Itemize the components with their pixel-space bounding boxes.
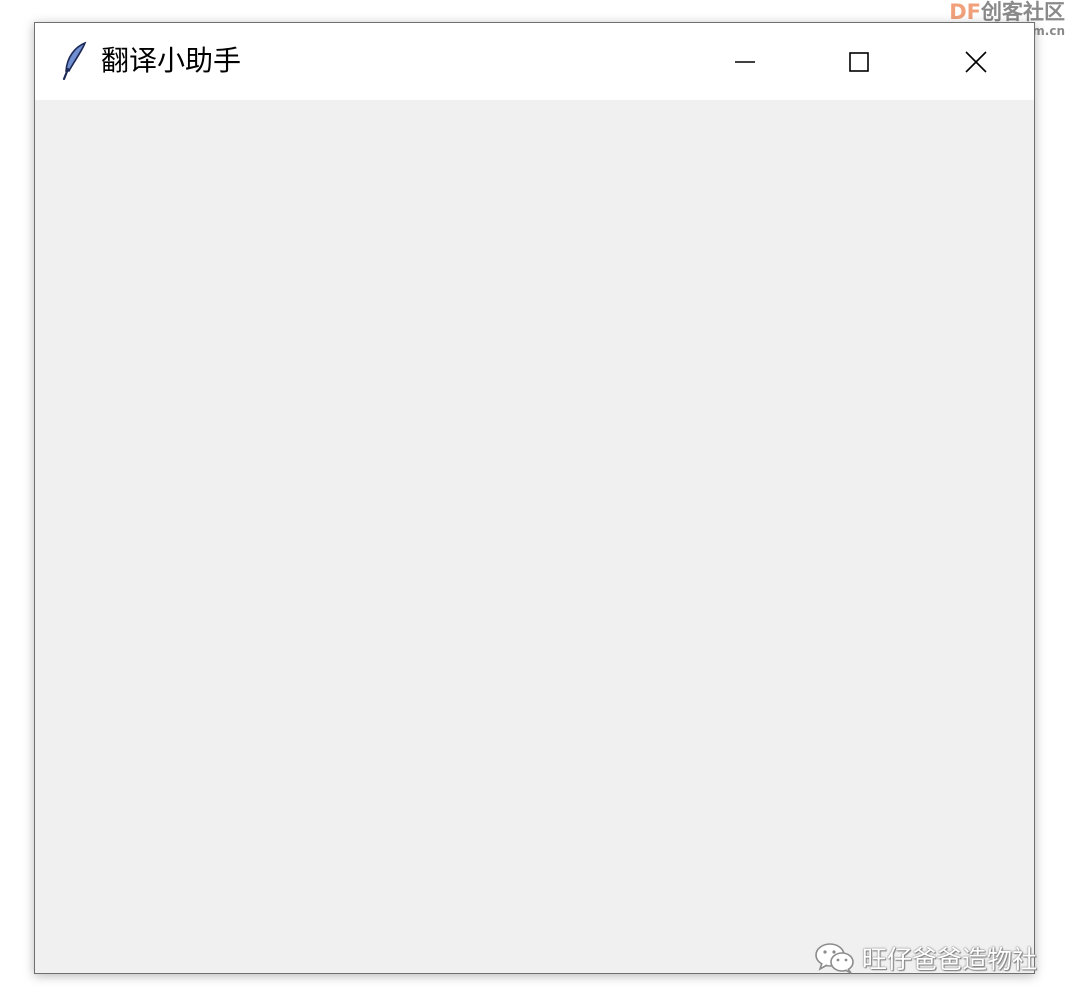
close-icon xyxy=(965,50,987,73)
maximize-icon xyxy=(849,51,869,72)
minimize-button[interactable] xyxy=(687,23,803,100)
dfrobot-logo-prefix: DF xyxy=(949,0,981,24)
wechat-icon xyxy=(815,943,854,974)
feather-icon xyxy=(62,41,87,81)
app-window: 翻译小助手 xyxy=(34,22,1035,974)
minimize-icon xyxy=(735,60,755,63)
wechat-watermark: 旺仔爸爸造物社 xyxy=(814,940,1037,976)
window-content-area xyxy=(35,100,1034,973)
title-bar[interactable]: 翻译小助手 xyxy=(35,23,1034,100)
dfrobot-logo: DF创客社区 xyxy=(930,2,1065,23)
maximize-button[interactable] xyxy=(801,23,917,100)
dfrobot-logo-name: 创客社区 xyxy=(981,0,1065,24)
close-button[interactable] xyxy=(918,23,1034,100)
wechat-account-name: 旺仔爸爸造物社 xyxy=(861,945,1037,974)
window-title: 翻译小助手 xyxy=(101,44,242,77)
